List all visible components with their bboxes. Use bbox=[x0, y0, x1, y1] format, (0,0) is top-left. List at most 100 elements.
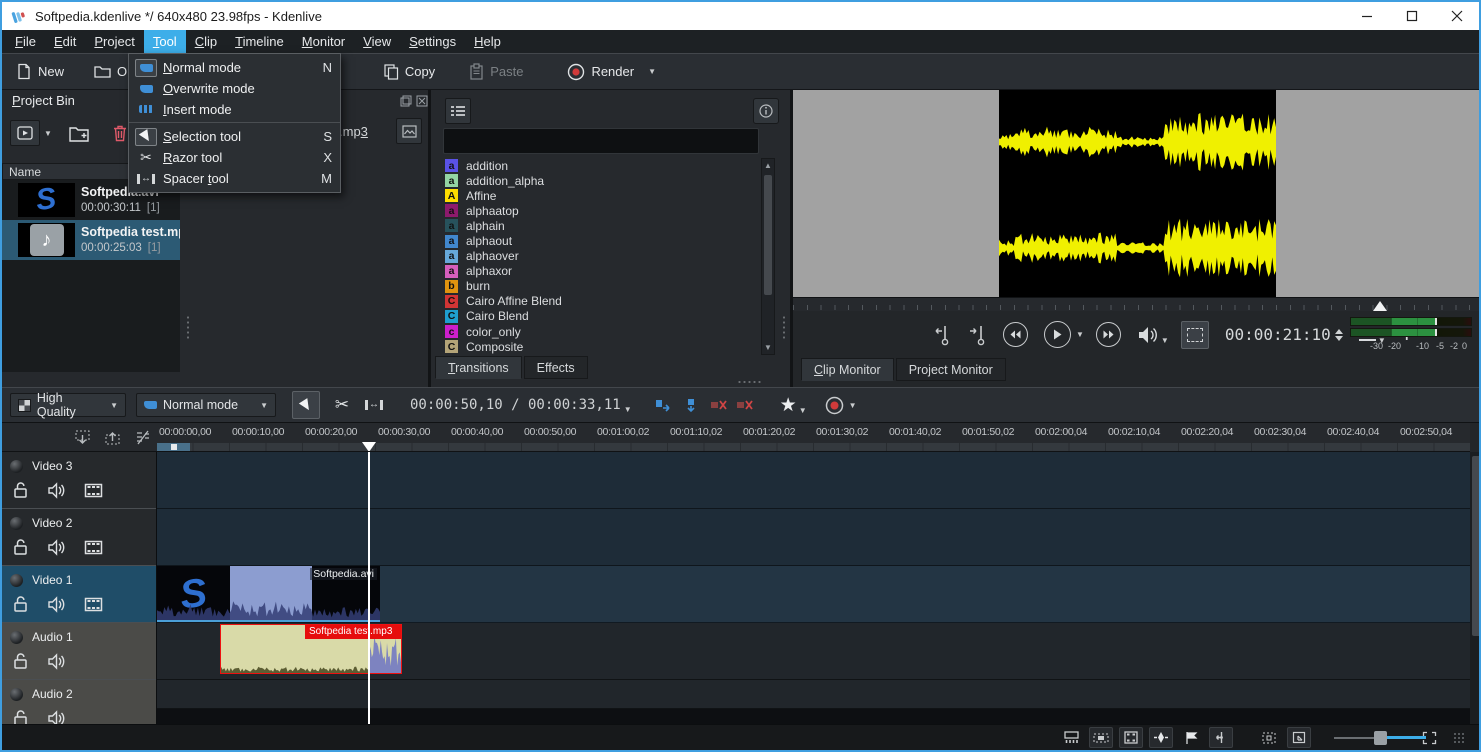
transition-item[interactable]: C Cairo Affine Blend bbox=[445, 294, 757, 309]
extract-frame-icon[interactable] bbox=[736, 398, 754, 412]
bottom-splitter-handle[interactable] bbox=[737, 380, 763, 384]
transition-item[interactable]: a alphain bbox=[445, 218, 757, 233]
render-button[interactable]: Render ▼ bbox=[559, 57, 664, 87]
flag-icon[interactable] bbox=[1179, 727, 1203, 748]
menubar-item[interactable]: Help bbox=[465, 30, 510, 53]
info-button[interactable] bbox=[753, 98, 779, 124]
monitor-tab[interactable]: Clip Monitor bbox=[801, 358, 894, 381]
menubar-item[interactable]: Edit bbox=[45, 30, 85, 53]
menubar-item[interactable]: File bbox=[6, 30, 45, 53]
tool-menu-item[interactable]: Overwrite mode bbox=[129, 78, 340, 99]
close-dock-icon[interactable] bbox=[416, 95, 428, 107]
favorite-effects-arrow[interactable]: ▼ bbox=[799, 406, 807, 415]
track-lane[interactable] bbox=[157, 452, 1470, 509]
mute-track-icon[interactable] bbox=[47, 652, 66, 670]
play-button[interactable] bbox=[1044, 321, 1071, 348]
spacer-tool-button[interactable]: ↔ bbox=[360, 391, 388, 419]
menubar-item[interactable]: Project bbox=[85, 30, 143, 53]
fit-zoom-button[interactable] bbox=[1257, 727, 1281, 748]
zone-start-icon[interactable] bbox=[933, 324, 953, 346]
hide-track-icon[interactable] bbox=[84, 595, 103, 613]
menubar-item[interactable]: Tool bbox=[143, 30, 186, 53]
tool-menu-item[interactable]: ↔ Spacer tool M bbox=[129, 168, 340, 189]
insert-track-zone-icon[interactable] bbox=[74, 429, 91, 446]
track-lane[interactable] bbox=[157, 509, 1470, 566]
media-view-button[interactable] bbox=[396, 118, 422, 144]
monitor-video-area[interactable] bbox=[999, 90, 1276, 297]
timeline-scrollbar[interactable] bbox=[1470, 452, 1479, 724]
forward-button[interactable] bbox=[1095, 322, 1121, 347]
track-compositing-icon[interactable] bbox=[1059, 727, 1083, 748]
track-header[interactable]: Audio 2 bbox=[2, 680, 156, 724]
new-button[interactable]: New bbox=[8, 57, 72, 87]
mute-track-icon[interactable] bbox=[47, 595, 66, 613]
render-dropdown-arrow[interactable]: ▼ bbox=[648, 67, 656, 76]
paste-button[interactable]: Paste bbox=[461, 57, 531, 87]
track-lane[interactable] bbox=[157, 680, 1470, 709]
transition-item[interactable]: a alphaatop bbox=[445, 203, 757, 218]
add-clip-dropdown-arrow[interactable]: ▼ bbox=[44, 129, 52, 138]
close-button[interactable] bbox=[1434, 2, 1479, 30]
minimize-button[interactable] bbox=[1344, 2, 1389, 30]
transition-item[interactable]: C Cairo Blend bbox=[445, 309, 757, 324]
insert-zone-in-track-icon[interactable] bbox=[654, 397, 672, 413]
hide-track-icon[interactable] bbox=[84, 538, 103, 556]
audio-clip-selected[interactable]: Softpedia test.mp3 bbox=[220, 624, 402, 674]
add-clip-button[interactable] bbox=[10, 120, 40, 146]
track-header[interactable]: Audio 1 bbox=[2, 623, 156, 680]
transition-item[interactable]: a addition_alpha bbox=[445, 173, 757, 188]
menubar-item[interactable]: Clip bbox=[186, 30, 226, 53]
bin-splitter-handle[interactable] bbox=[186, 315, 190, 341]
timecode-spinner[interactable] bbox=[1334, 328, 1343, 341]
timeline-zone[interactable] bbox=[157, 443, 190, 451]
video-clip[interactable]: S Softpedia.avi bbox=[157, 566, 380, 622]
play-dropdown-arrow[interactable]: ▼ bbox=[1076, 330, 1084, 339]
transition-item[interactable]: a alphaxor bbox=[445, 264, 757, 279]
show-markers-button[interactable] bbox=[1149, 727, 1173, 748]
favorite-effects-icon[interactable]: ★ bbox=[780, 394, 797, 417]
monitor-seek-bar[interactable] bbox=[793, 297, 1479, 311]
tool-menu-item[interactable]: ✂ Razor tool X bbox=[129, 147, 340, 168]
float-dock-icon[interactable] bbox=[400, 95, 412, 107]
transition-item[interactable]: a alphaover bbox=[445, 249, 757, 264]
transitions-scrollbar[interactable]: ▲ ▼ bbox=[761, 158, 775, 355]
track-target-indicator[interactable] bbox=[10, 631, 23, 644]
transition-item[interactable]: a addition bbox=[445, 158, 757, 173]
create-folder-button[interactable] bbox=[64, 120, 94, 146]
scroll-up-icon[interactable]: ▲ bbox=[762, 159, 774, 172]
hide-track-icon[interactable] bbox=[84, 481, 103, 499]
mute-track-icon[interactable] bbox=[47, 709, 66, 724]
zone-mode-button[interactable] bbox=[1180, 320, 1209, 349]
bin-search-text[interactable]: .mp3 bbox=[339, 124, 368, 139]
track-target-indicator[interactable] bbox=[10, 460, 23, 473]
timeline-playhead[interactable] bbox=[368, 452, 370, 724]
transition-item[interactable]: c color_only bbox=[445, 324, 757, 339]
edit-mode-combo[interactable]: Normal mode ▼ bbox=[136, 393, 276, 417]
tool-menu-item[interactable]: Insert mode bbox=[129, 99, 340, 123]
volume-dropdown-arrow[interactable]: ▼ bbox=[1161, 336, 1169, 345]
selection-tool-button[interactable] bbox=[292, 391, 320, 419]
lock-track-icon[interactable] bbox=[12, 709, 29, 724]
timeline-timecode[interactable]: 00:00:50,10 / 00:00:33,11 bbox=[410, 397, 621, 413]
transition-item[interactable]: A Affine bbox=[445, 188, 757, 203]
lock-track-icon[interactable] bbox=[12, 595, 29, 613]
timeline-tracks-area[interactable]: S Softpedia.avi Softpedia test.mp3 bbox=[157, 452, 1470, 724]
transition-item[interactable]: a alphaout bbox=[445, 233, 757, 248]
razor-tool-button[interactable]: ✂ bbox=[328, 391, 356, 419]
transition-item[interactable]: C Composite bbox=[445, 339, 757, 354]
transitions-search-input[interactable] bbox=[443, 128, 759, 154]
transition-item[interactable]: b burn bbox=[445, 279, 757, 294]
zone-end-icon[interactable] bbox=[967, 324, 987, 346]
track-target-indicator[interactable] bbox=[10, 517, 23, 530]
track-header[interactable]: Video 2 bbox=[2, 509, 156, 566]
lock-track-icon[interactable] bbox=[12, 481, 29, 499]
lock-track-icon[interactable] bbox=[12, 538, 29, 556]
scrollbar-thumb[interactable] bbox=[764, 175, 772, 295]
track-header[interactable]: Video 3 bbox=[2, 452, 156, 509]
track-header[interactable]: Video 1 bbox=[2, 566, 156, 623]
extract-zone-icon[interactable] bbox=[682, 397, 700, 413]
zoom-out-button[interactable] bbox=[1287, 727, 1311, 748]
mixed-audio-video-icon[interactable] bbox=[134, 429, 151, 446]
delete-zone-icon[interactable] bbox=[710, 398, 728, 412]
menubar-item[interactable]: Settings bbox=[400, 30, 465, 53]
